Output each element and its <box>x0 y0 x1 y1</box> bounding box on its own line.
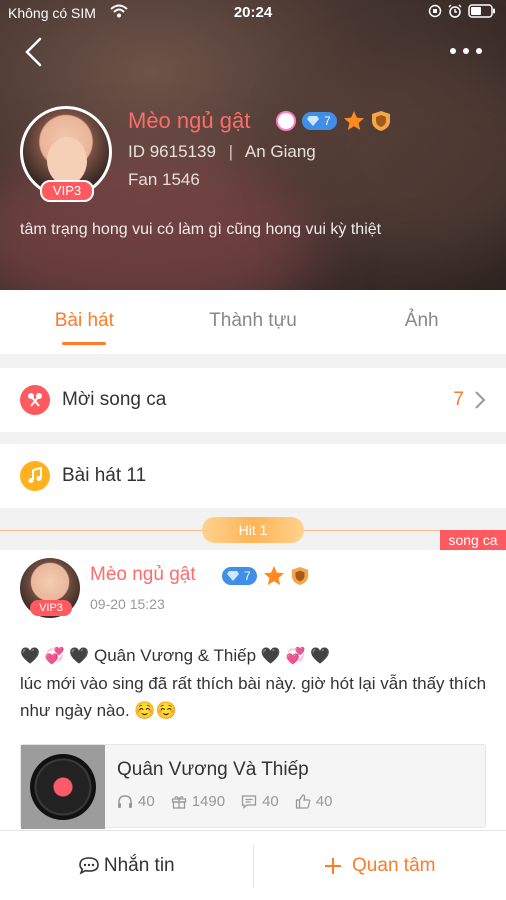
follow-button[interactable]: Quan tâm <box>254 831 506 900</box>
profile-fans: Fan 1546 <box>128 170 200 189</box>
post-body: lúc mới vào sing đã rất thích bài này. g… <box>20 674 487 721</box>
star-icon <box>343 111 364 130</box>
duet-invite-count: 7 <box>453 389 464 410</box>
orientation-lock-icon <box>428 4 442 18</box>
hit-badge: Hit 1 <box>202 517 304 543</box>
vip-badge: VIP3 <box>40 180 94 202</box>
diamond-icon <box>227 571 239 581</box>
black-heart-icon: 🖤 <box>310 648 331 666</box>
comment-icon <box>241 795 257 809</box>
chevron-right-icon <box>475 391 486 409</box>
profile-id-row: ID 9615139 | An Giang <box>128 142 316 162</box>
shield-icon <box>371 111 390 131</box>
diamond-icon <box>307 116 319 126</box>
song-stats: 40 1490 40 40 <box>117 793 332 810</box>
separator: | <box>228 142 234 161</box>
microphones-icon <box>20 385 50 415</box>
thumbs-up-icon <box>295 794 311 809</box>
profile-header: Không có SIM 20:24 VIP3 Mèo ngủ gật 7 ID… <box>0 0 506 290</box>
profile-bio: tâm trạng hong vui có làm gì cũng hong v… <box>20 221 382 238</box>
songs-count-label: Bài hát 11 <box>62 465 147 486</box>
black-heart-icon: 🖤 <box>260 648 281 666</box>
profile-tabs: Bài hát Thành tựu Ảnh <box>0 290 506 354</box>
tab-songs[interactable]: Bài hát <box>0 290 169 354</box>
song-title: Quân Vương Và Thiếp <box>117 759 309 780</box>
profile-name: Mèo ngủ gật <box>128 108 251 133</box>
star-icon <box>263 566 284 585</box>
more-options-button[interactable] <box>448 42 484 60</box>
profile-badges: 7 <box>276 110 391 132</box>
plus-icon <box>325 857 342 874</box>
music-note-icon <box>20 461 50 491</box>
back-button[interactable] <box>20 36 48 68</box>
post-vip-badge: VIP3 <box>30 600 72 616</box>
post-date: 09-20 15:23 <box>90 596 165 612</box>
song-cover <box>21 745 105 829</box>
black-heart-icon: 🖤 <box>20 648 40 666</box>
message-button[interactable]: Nhắn tin <box>0 831 253 900</box>
battery-icon <box>468 4 495 18</box>
sparkling-heart-icon: 💞 <box>285 648 306 666</box>
post-text: 🖤 💞 🖤 Quân Vương & Thiếp 🖤 💞 🖤 lúc mới v… <box>20 642 490 724</box>
duet-invite-label: Mời song ca <box>62 389 167 410</box>
black-heart-icon: 🖤 <box>69 648 90 666</box>
profile-location: An Giang <box>244 142 316 161</box>
gift-icon <box>171 796 186 809</box>
diamond-level-badge: 7 <box>222 567 257 585</box>
bottom-action-bar: Nhắn tin Quan tâm <box>0 830 506 900</box>
song-card[interactable]: Quân Vương Và Thiếp 40 1490 40 40 <box>20 744 486 829</box>
sparkling-heart-icon: 💞 <box>44 648 65 666</box>
vinyl-disc-icon <box>30 754 96 820</box>
tab-photos[interactable]: Ảnh <box>337 290 506 354</box>
shield-icon <box>291 567 308 585</box>
alarm-icon <box>448 4 462 18</box>
post-title-line: 🖤 💞 🖤 Quân Vương & Thiếp 🖤 💞 🖤 <box>20 642 490 670</box>
profile-screen: Không có SIM 20:24 VIP3 Mèo ngủ gật 7 ID… <box>0 0 506 900</box>
duet-invite-row[interactable]: Mời song ca 7 <box>0 368 506 432</box>
chat-bubble-icon <box>79 856 99 875</box>
lollipop-badge-icon <box>276 111 296 131</box>
more-dots-icon <box>450 48 482 54</box>
post-author-badges: 7 <box>222 565 309 587</box>
diamond-level-badge: 7 <box>302 112 337 130</box>
back-chevron-icon <box>25 37 42 67</box>
status-bar: Không có SIM 20:24 <box>0 0 506 26</box>
tab-achievements[interactable]: Thành tựu <box>169 290 338 354</box>
hit-divider: Hit 1 song ca <box>0 510 506 550</box>
active-tab-indicator <box>62 342 106 345</box>
post-card[interactable]: VIP3 Mèo ngủ gật 7 09-20 15:23 🖤 💞 🖤 Quâ… <box>0 550 506 830</box>
profile-id: ID 9615139 <box>128 142 216 161</box>
headphones-icon <box>118 795 132 808</box>
songs-row[interactable]: Bài hát 11 <box>0 444 506 508</box>
post-author-name[interactable]: Mèo ngủ gật <box>90 564 196 586</box>
duet-tag: song ca <box>440 530 506 550</box>
